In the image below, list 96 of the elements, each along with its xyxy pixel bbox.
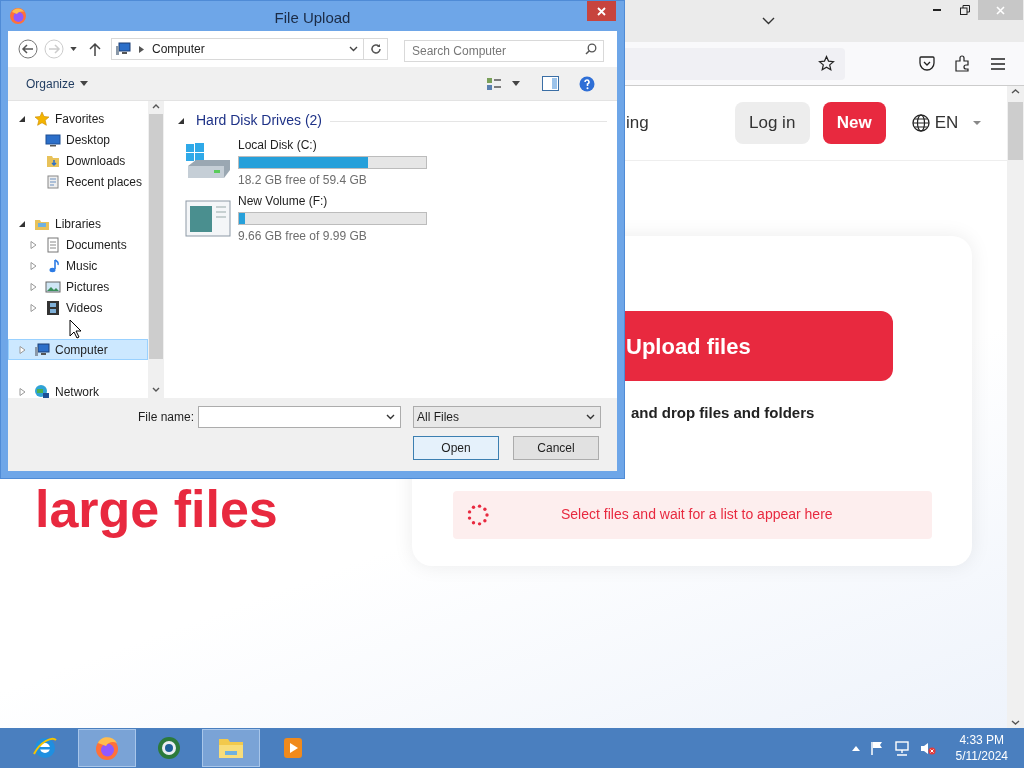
address-bar[interactable]: Computer xyxy=(111,38,388,60)
drive-item[interactable]: New Volume (F:) 9.66 GB free of 9.99 GB xyxy=(184,192,607,243)
caret-icon xyxy=(973,121,982,125)
free-space-text: 9.66 GB free of 9.99 GB xyxy=(238,228,368,245)
fox-logo-icon xyxy=(93,734,121,762)
film-icon xyxy=(45,299,61,316)
puzzle-piece-icon[interactable] xyxy=(955,55,971,72)
restore-icon xyxy=(960,5,970,15)
star-icon xyxy=(34,110,50,127)
minimize-icon xyxy=(933,9,941,11)
pocket-icon[interactable] xyxy=(919,56,935,71)
spinner-icon xyxy=(465,501,491,528)
up-arrow-icon[interactable] xyxy=(89,42,101,56)
search-icon xyxy=(585,43,597,55)
hero-heading: large files xyxy=(35,480,278,538)
view-options-icon[interactable] xyxy=(486,75,502,92)
scroll-up-icon[interactable] xyxy=(1011,89,1020,94)
monitor-icon xyxy=(45,131,61,148)
expanded-arrow-icon[interactable] xyxy=(19,114,26,123)
clock[interactable]: 4:33 PM 5/11/2024 xyxy=(955,732,1008,764)
file-type-select[interactable]: All Files xyxy=(413,406,602,428)
menu-icon[interactable] xyxy=(991,57,1005,70)
organize-button[interactable]: Organize xyxy=(26,74,88,93)
document-icon xyxy=(45,173,61,190)
dropdown-chevron-icon xyxy=(386,414,396,420)
scroll-down-icon[interactable] xyxy=(152,387,160,392)
close-icon xyxy=(597,6,606,16)
dropdown-chevron-icon[interactable] xyxy=(349,46,358,52)
history-caret-icon xyxy=(70,47,77,51)
collapsed-arrow-icon[interactable] xyxy=(19,387,26,396)
nav-item[interactable]: Downloads xyxy=(8,150,148,171)
login-button[interactable]: Log in xyxy=(734,102,810,144)
globe-icon xyxy=(911,114,930,132)
nav-item[interactable]: Network xyxy=(8,381,148,402)
drive-window-icon xyxy=(184,198,232,240)
close-icon xyxy=(996,5,1005,15)
file-name-field[interactable] xyxy=(198,406,402,428)
language-selector[interactable]: EN xyxy=(911,110,982,136)
drive-item[interactable]: Local Disk (C:) 18.2 GB free of 59.4 GB xyxy=(184,136,607,187)
preview-pane-icon[interactable] xyxy=(542,76,559,91)
expanded-arrow-icon[interactable] xyxy=(178,116,185,125)
window-title: File Upload xyxy=(274,8,351,28)
scrollbar[interactable] xyxy=(148,101,164,398)
computer-icon xyxy=(34,341,50,358)
free-space-text: 18.2 GB free of 59.4 GB xyxy=(238,172,368,189)
address-text: Computer xyxy=(152,41,206,58)
nav-item[interactable]: Recent places xyxy=(8,171,148,192)
globe-icon xyxy=(155,734,183,762)
nav-item[interactable]: Music xyxy=(8,255,148,276)
breadcrumb-arrow-icon xyxy=(139,45,144,53)
group-heading[interactable]: Hard Disk Drives (2) xyxy=(196,110,322,131)
collapsed-arrow-icon[interactable] xyxy=(30,240,37,249)
chevron-down-icon[interactable] xyxy=(762,17,775,25)
scrollbar-thumb[interactable] xyxy=(149,114,163,359)
page-scrollbar[interactable] xyxy=(1007,86,1024,728)
dropdown-chevron-icon xyxy=(586,414,596,420)
taskbar-button[interactable] xyxy=(78,729,136,767)
nav-item[interactable]: Videos xyxy=(8,297,148,318)
nav-item[interactable]: Computer xyxy=(8,339,148,360)
computer-icon xyxy=(115,41,131,57)
nav-item[interactable]: Favorites xyxy=(8,108,148,129)
collapsed-arrow-icon[interactable] xyxy=(30,261,37,270)
file-name-label: File name: xyxy=(138,409,195,426)
collapsed-arrow-icon[interactable] xyxy=(30,303,37,312)
network-icon[interactable] xyxy=(893,740,910,756)
star-icon[interactable] xyxy=(818,55,835,72)
expanded-arrow-icon[interactable] xyxy=(19,219,26,228)
show-hidden-icons[interactable] xyxy=(851,745,860,751)
dialog-button[interactable]: Cancel xyxy=(513,436,599,460)
new-button[interactable]: New xyxy=(822,102,886,144)
nav-item[interactable]: Desktop xyxy=(8,129,148,150)
dialog-button[interactable]: Open xyxy=(413,436,499,460)
scrollbar-thumb[interactable] xyxy=(1008,102,1023,160)
document-icon xyxy=(45,236,61,253)
scroll-up-icon[interactable] xyxy=(152,104,160,109)
close-button[interactable] xyxy=(587,1,616,21)
drop-hint-text: and drop files and folders xyxy=(631,403,816,423)
status-text: Select files and wait for a list to appear here xyxy=(561,505,833,524)
help-icon[interactable] xyxy=(579,75,595,92)
nav-link[interactable]: ing xyxy=(626,110,649,136)
collapsed-arrow-icon[interactable] xyxy=(19,345,26,354)
fox-logo-icon xyxy=(9,7,27,25)
globe-icon xyxy=(34,383,50,400)
nav-item[interactable]: Libraries xyxy=(8,213,148,234)
search-field[interactable]: Search Computer xyxy=(404,40,604,62)
drive-name: New Volume (F:) xyxy=(238,193,329,210)
nav-item[interactable]: Documents xyxy=(8,234,148,255)
drive-name: Local Disk (C:) xyxy=(238,137,318,154)
flag-icon[interactable] xyxy=(869,741,884,755)
scroll-down-icon[interactable] xyxy=(1011,720,1020,725)
refresh-icon xyxy=(369,43,382,55)
collapsed-arrow-icon[interactable] xyxy=(30,282,37,291)
mouse-pointer-icon xyxy=(69,319,82,339)
nav-item[interactable]: Pictures xyxy=(8,276,148,297)
muted-speaker-icon[interactable] xyxy=(919,740,936,756)
image-icon xyxy=(45,278,61,295)
